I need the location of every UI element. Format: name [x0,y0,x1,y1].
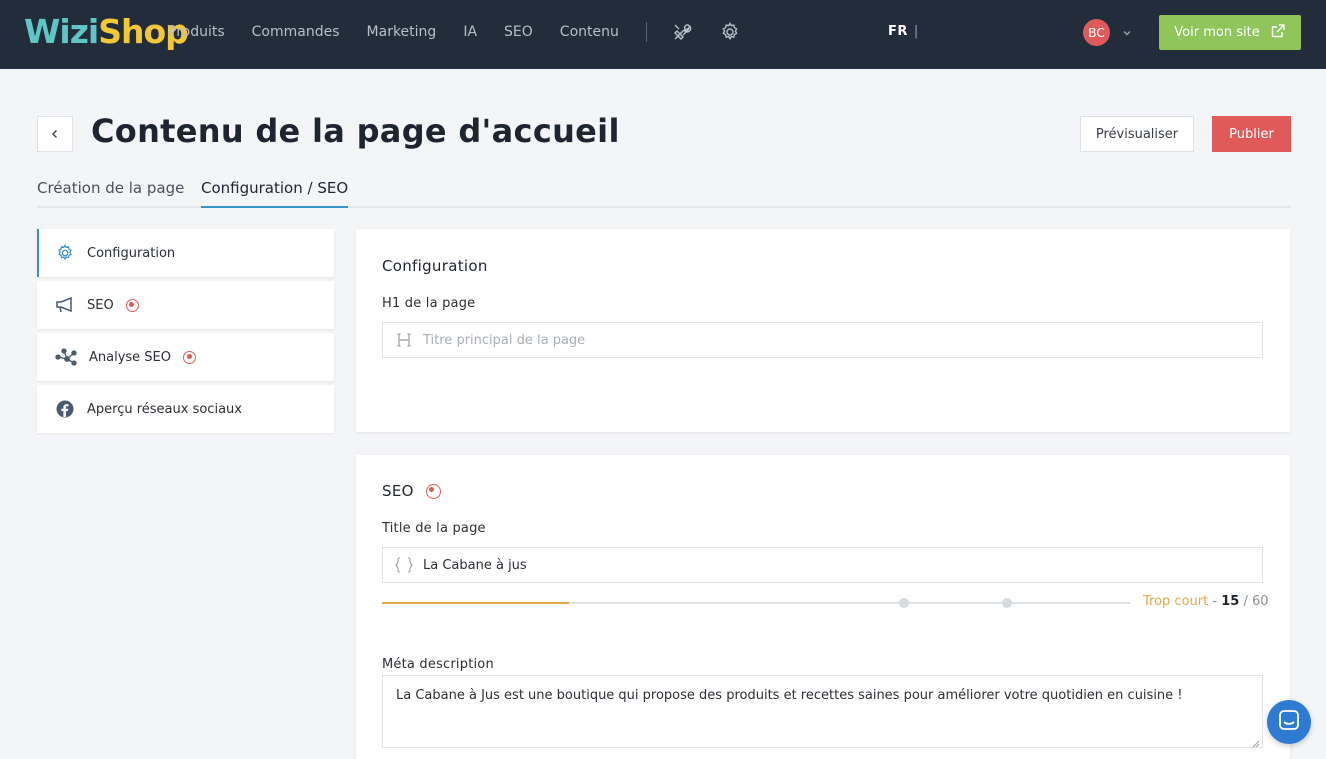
nav-item-ia[interactable]: IA [463,24,477,40]
sidebar-item-social-preview[interactable]: Aperçu réseaux sociaux [37,385,334,433]
settings-sidebar: Configuration SEO Analyse SEO Aperçu rés… [37,229,334,437]
warning-dot-icon [425,483,441,499]
h1-placeholder: Titre principal de la page [423,332,586,348]
chevron-left-icon [49,125,61,144]
chat-icon [1278,709,1300,735]
sidebar-item-configuration[interactable]: Configuration [37,229,334,277]
gear-icon [55,243,75,263]
length-slash: / [1243,594,1248,609]
chat-support-button[interactable] [1267,700,1311,744]
length-max: 60 [1251,594,1269,609]
warning-dot-icon [183,350,197,364]
nav-item-marketing[interactable]: Marketing [367,24,437,40]
chevron-down-icon[interactable] [1121,24,1133,36]
title-length-progress-fill [382,602,569,604]
back-button[interactable] [37,116,73,152]
card-title: Configuration [382,257,488,275]
length-current: 15 [1221,594,1240,609]
meta-description-textarea[interactable]: La Cabane à Jus est une boutique qui pro… [382,675,1263,748]
nav-item-produits[interactable]: Produits [168,24,225,40]
network-icon [55,347,77,367]
external-link-icon [1270,23,1286,43]
tab-configuration-seo[interactable]: Configuration / SEO [201,179,349,208]
length-status: Trop court [1143,594,1209,609]
sidebar-item-label: Analyse SEO [89,349,172,365]
sidebar-item-label: Aperçu réseaux sociaux [87,401,242,417]
main-nav: Produits Commandes Marketing IA SEO Cont… [168,0,767,64]
gear-icon[interactable] [719,21,741,43]
sidebar-item-seo-analysis[interactable]: Analyse SEO [37,333,334,381]
sidebar-item-label: SEO [87,297,114,313]
h1-input[interactable]: Titre principal de la page [382,322,1263,358]
page-tabs: Création de la page Configuration / SEO [37,176,1291,208]
language-separator: | [913,24,919,39]
preview-button[interactable]: Prévisualiser [1080,116,1194,152]
meta-description-label: Méta description [382,657,494,672]
seo-card: SEO Title de la page La Cabane à jus Tro… [356,455,1290,759]
tab-page-creation[interactable]: Création de la page [37,179,184,206]
facebook-icon [55,399,75,419]
warning-dot-icon [125,298,139,312]
length-dash: - [1212,594,1218,609]
page-title-value: La Cabane à jus [423,557,527,573]
sidebar-item-seo[interactable]: SEO [37,281,334,329]
h1-label: H1 de la page [382,296,476,311]
tools-icon[interactable] [671,21,693,43]
user-avatar[interactable]: BC [1083,19,1110,46]
page-title-input[interactable]: La Cabane à jus [382,547,1263,583]
braces-icon [395,556,413,574]
publish-button[interactable]: Publier [1212,116,1291,152]
page-title: Contenu de la page d'accueil [91,112,620,150]
resize-handle-icon[interactable] [1252,737,1260,748]
nav-item-commandes[interactable]: Commandes [252,24,340,40]
sidebar-item-label: Configuration [87,245,176,261]
configuration-card: Configuration H1 de la page Titre princi… [356,229,1290,432]
seo-card-title-text: SEO [382,482,414,500]
view-site-button[interactable]: Voir mon site [1159,15,1301,50]
top-navbar: Wizi Shop Produits Commandes Marketing IA… [0,0,1326,69]
page-title-label: Title de la page [382,521,486,536]
progress-marker [1002,598,1012,608]
nav-item-seo[interactable]: SEO [504,24,533,40]
progress-marker [899,598,909,608]
nav-divider [645,22,647,42]
heading-icon [395,331,413,349]
title-length-counter: Trop court - 15 / 60 [1143,594,1269,609]
logo-text-wizi: Wizi [24,11,99,51]
megaphone-icon [55,295,75,315]
wizishop-logo[interactable]: Wizi Shop [24,11,189,51]
nav-item-contenu[interactable]: Contenu [560,24,619,40]
seo-card-title: SEO [382,482,441,500]
language-selector[interactable]: FR | [888,24,919,39]
language-code: FR [888,24,908,39]
meta-description-value: La Cabane à Jus est une boutique qui pro… [396,688,1183,703]
view-site-label: Voir mon site [1174,25,1260,40]
title-length-progress [382,598,1130,608]
